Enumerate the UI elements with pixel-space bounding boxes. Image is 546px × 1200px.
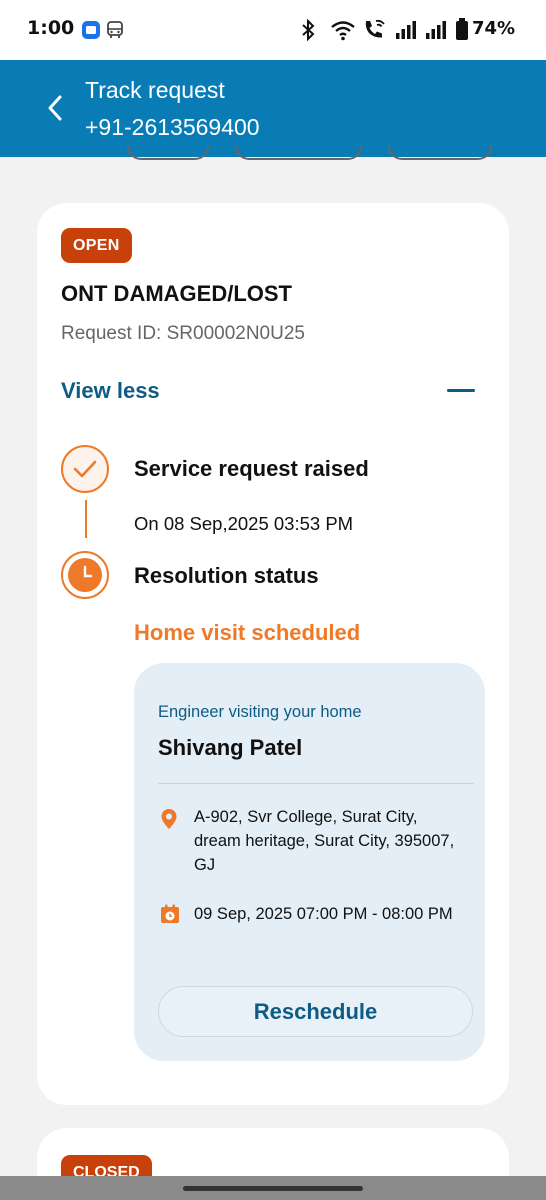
app-header: Track request +91-2613569400 (0, 60, 546, 157)
calendar-clock-icon (161, 904, 179, 923)
filter-chip[interactable] (127, 145, 209, 160)
wifi-calling-icon (365, 19, 385, 38)
visit-label: Engineer visiting your home (158, 703, 362, 721)
back-button[interactable] (38, 90, 72, 126)
step-date: On 08 Sep,2025 03:53 PM (134, 513, 354, 534)
system-nav-bar (0, 1176, 546, 1200)
visit-time-slot: 09 Sep, 2025 07:00 PM - 08:00 PM (194, 905, 453, 923)
signal-icon (396, 21, 416, 39)
battery-percentage: 74% (472, 18, 516, 39)
timeline-connector (85, 500, 87, 538)
battery-icon (456, 18, 468, 40)
request-title: ONT DAMAGED/LOST (61, 281, 292, 306)
status-time: 1:00 (27, 17, 75, 39)
minus-icon[interactable] (447, 389, 475, 392)
page-title: Track request (85, 77, 225, 103)
signal-icon (426, 21, 446, 39)
view-less-toggle[interactable]: View less (61, 378, 160, 404)
location-pin-icon (161, 809, 177, 829)
back-arrow-icon (48, 95, 62, 121)
step-title: Resolution status (134, 563, 319, 588)
engineer-visit-card: Engineer visiting your home Shivang Pate… (134, 663, 485, 1061)
reschedule-button[interactable]: Reschedule (158, 986, 473, 1037)
home-gesture-handle[interactable] (183, 1186, 363, 1191)
filter-chip[interactable] (235, 145, 362, 160)
bluetooth-icon (302, 19, 315, 41)
step-completed-indicator (61, 445, 109, 493)
filter-chip[interactable] (388, 145, 492, 160)
status-bar: 1:00 74% (0, 0, 546, 60)
step-title: Service request raised (134, 456, 369, 481)
clock-icon (68, 558, 102, 592)
resolution-status: Home visit scheduled (134, 620, 361, 645)
account-number: +91-2613569400 (85, 114, 260, 140)
divider (158, 783, 474, 784)
status-badge: OPEN (61, 228, 132, 263)
request-card: OPEN ONT DAMAGED/LOST Request ID: SR0000… (37, 203, 509, 1105)
request-id: Request ID: SR00002N0U25 (61, 323, 305, 344)
bus-icon (107, 21, 123, 38)
visit-address: A-902, Svr College, Surat City, dream he… (194, 808, 455, 874)
wifi-icon (331, 21, 355, 41)
step-current-indicator (61, 551, 109, 599)
check-icon (73, 460, 97, 478)
app-notification-icon (82, 21, 100, 39)
engineer-name: Shivang Patel (158, 735, 303, 760)
